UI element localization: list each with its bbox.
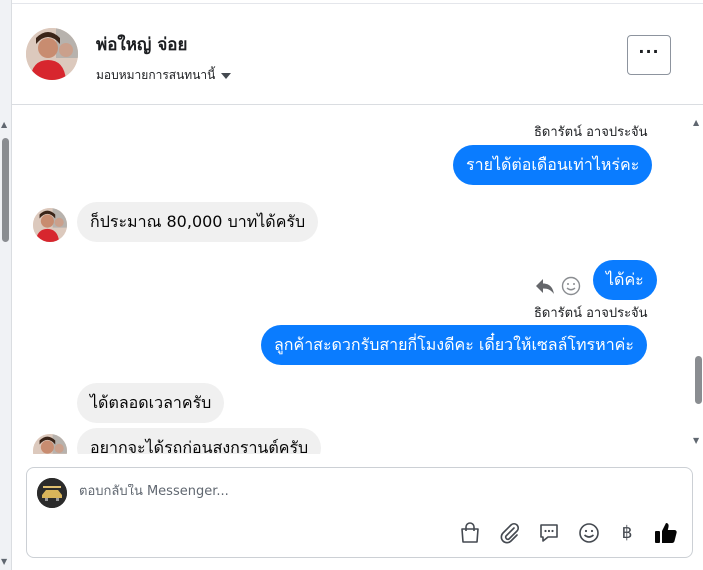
payment-button[interactable]: ฿ [615, 521, 639, 545]
thumbs-up-icon [655, 523, 677, 543]
assign-conversation-label: มอบหมายการสนทนานี้ [96, 68, 216, 82]
message-list: ธิดารัตน์ อาจประจัน รายได้ต่อเดือนเท่าไห… [12, 106, 692, 454]
message-bubble-incoming[interactable]: อยากจะได้รถก่อนสงกรานต์ครับ [77, 428, 322, 454]
left-panel-edge [0, 0, 12, 570]
message-bubble-outgoing[interactable]: ลูกค้าสะดวกรับสายกี่โมงดีคะ เดี๋ยวให้เซล… [261, 325, 647, 365]
chat-bubble-icon [540, 524, 558, 542]
reply-icon[interactable] [535, 277, 555, 295]
emoji-icon [579, 523, 599, 543]
contact-avatar-small[interactable] [33, 434, 67, 454]
message-bubble-outgoing[interactable]: รายได้ต่อเดือนเท่าไหร่คะ [453, 145, 653, 185]
scroll-down-arrow-icon[interactable]: ▼ [1, 557, 7, 566]
contact-name[interactable]: พ่อใหญ่ จ่อย [96, 31, 187, 58]
scroll-up-arrow-icon[interactable]: ▲ [693, 118, 699, 127]
message-bubble-outgoing[interactable]: ได้ค่ะ [593, 260, 657, 300]
baht-icon: ฿ [621, 523, 633, 543]
message-bubble-incoming[interactable]: ได้ตลอดเวลาครับ [77, 383, 225, 423]
message-bubble-incoming[interactable]: ก็ประมาณ 80,000 บาทได้ครับ [77, 202, 319, 242]
left-scrollbar-thumb[interactable] [2, 138, 9, 242]
react-smile-icon[interactable] [561, 276, 581, 296]
message-input[interactable] [79, 484, 639, 499]
like-button[interactable] [654, 521, 678, 545]
shopping-bag-button[interactable] [458, 521, 482, 545]
contact-photo-icon [33, 434, 67, 454]
assign-conversation-dropdown[interactable]: มอบหมายการสนทนานี้ [96, 66, 232, 85]
contact-avatar[interactable] [26, 28, 78, 80]
contact-photo-icon [26, 28, 78, 80]
scroll-down-arrow-icon[interactable]: ▼ [693, 436, 699, 445]
shopping-bag-icon [461, 522, 479, 543]
paperclip-icon [500, 522, 520, 544]
scroll-up-arrow-icon[interactable]: ▲ [1, 120, 7, 129]
top-edge [12, 0, 703, 4]
sender-name: ธิดารัตน์ อาจประจัน [534, 306, 648, 321]
message-composer: ฿ [26, 467, 693, 558]
contact-avatar-small[interactable] [33, 208, 67, 242]
attach-button[interactable] [498, 521, 522, 545]
more-options-icon: ··· [638, 42, 660, 61]
page-logo-icon [37, 478, 67, 508]
emoji-button[interactable] [577, 521, 601, 545]
conversation-header: พ่อใหญ่ จ่อย มอบหมายการสนทนานี้ ··· [12, 5, 703, 105]
contact-photo-icon [33, 208, 67, 242]
sender-name: ธิดารัตน์ อาจประจัน [534, 125, 648, 140]
saved-replies-button[interactable] [537, 521, 561, 545]
message-scrollbar-thumb[interactable] [695, 356, 702, 404]
page-avatar [37, 478, 67, 508]
more-options-button[interactable]: ··· [627, 35, 671, 75]
caret-down-icon [221, 73, 232, 79]
